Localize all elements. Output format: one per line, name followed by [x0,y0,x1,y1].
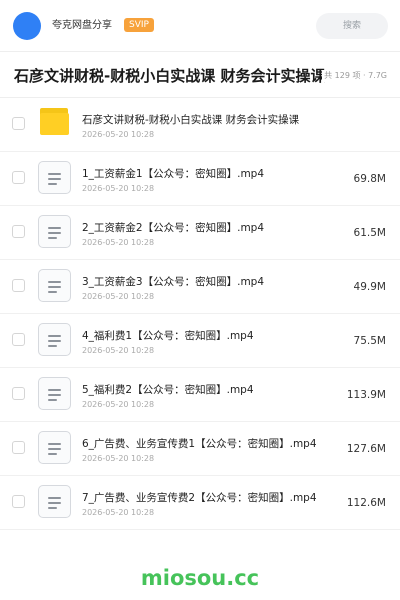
file-size: 112.6M [346,497,386,509]
file-name[interactable]: 2_工资薪金2【公众号：密知圈】.mp4 [82,221,264,235]
file-name[interactable]: 7_广告费、业务宣传费2【公众号：密知圈】.mp4 [82,491,317,505]
file-date: 2026-05-20 10:28 [82,184,155,193]
search-button[interactable]: 搜索 [316,13,388,39]
file-size: 49.9M [353,281,386,293]
document-icon [38,269,71,302]
file-size: 75.5M [353,335,386,347]
list-item[interactable]: 石彦文讲财税-财税小白实战课 财务会计实操课 2026-05-20 10:28 [0,98,400,152]
row-checkbox[interactable] [12,495,25,508]
file-date: 2026-05-20 10:28 [82,238,155,247]
share-owner-name[interactable]: 夸克网盘分享 [52,19,112,33]
file-name[interactable]: 5_福利费2【公众号：密知圈】.mp4 [82,383,254,397]
file-name[interactable]: 1_工资薪金1【公众号：密知圈】.mp4 [82,167,264,181]
file-size: 127.6M [346,443,386,455]
top-header: 夸克网盘分享 SVIP 搜索 [0,0,400,52]
document-icon [38,215,71,248]
file-name[interactable]: 石彦文讲财税-财税小白实战课 财务会计实操课 [82,113,299,127]
file-size: 69.8M [353,173,386,185]
page-title: 石彦文讲财税-财税小白实战课 财务会计实操课 [14,67,326,85]
watermark-logo: miosou.cc [140,566,260,590]
file-list: 石彦文讲财税-财税小白实战课 财务会计实操课 2026-05-20 10:28 … [0,98,400,530]
file-name[interactable]: 6_广告费、业务宣传费1【公众号：密知圈】.mp4 [82,437,317,451]
list-item[interactable]: 7_广告费、业务宣传费2【公众号：密知圈】.mp4 2026-05-20 10:… [0,476,400,530]
list-item[interactable]: 4_福利费1【公众号：密知圈】.mp4 2026-05-20 10:28 75.… [0,314,400,368]
file-date: 2026-05-20 10:28 [82,346,155,355]
row-checkbox[interactable] [12,333,25,346]
document-icon [38,377,71,410]
svip-badge: SVIP [124,18,154,32]
row-checkbox[interactable] [12,387,25,400]
folder-icon [38,107,71,140]
document-icon [38,431,71,464]
row-checkbox[interactable] [12,441,25,454]
file-size: 113.9M [346,389,386,401]
list-item[interactable]: 1_工资薪金1【公众号：密知圈】.mp4 2026-05-20 10:28 69… [0,152,400,206]
file-date: 2026-05-20 10:28 [82,400,155,409]
file-name[interactable]: 4_福利费1【公众号：密知圈】.mp4 [82,329,254,343]
row-checkbox[interactable] [12,225,25,238]
list-item[interactable]: 6_广告费、业务宣传费1【公众号：密知圈】.mp4 2026-05-20 10:… [0,422,400,476]
document-icon [38,161,71,194]
document-icon [38,485,71,518]
document-icon [38,323,71,356]
row-checkbox[interactable] [12,279,25,292]
file-size: 61.5M [353,227,386,239]
avatar[interactable] [13,12,41,40]
item-count: 共 129 项 · 7.7G [322,70,387,82]
file-name[interactable]: 3_工资薪金3【公众号：密知圈】.mp4 [82,275,264,289]
file-date: 2026-05-20 10:28 [82,130,155,139]
file-date: 2026-05-20 10:28 [82,292,155,301]
file-date: 2026-05-20 10:28 [82,454,155,463]
list-item[interactable]: 3_工资薪金3【公众号：密知圈】.mp4 2026-05-20 10:28 49… [0,260,400,314]
file-date: 2026-05-20 10:28 [82,508,155,517]
row-checkbox[interactable] [12,171,25,184]
row-checkbox[interactable] [12,117,25,130]
list-item[interactable]: 2_工资薪金2【公众号：密知圈】.mp4 2026-05-20 10:28 61… [0,206,400,260]
list-item[interactable]: 5_福利费2【公众号：密知圈】.mp4 2026-05-20 10:28 113… [0,368,400,422]
share-title-bar: 石彦文讲财税-财税小白实战课 财务会计实操课 共 129 项 · 7.7G [0,52,400,98]
